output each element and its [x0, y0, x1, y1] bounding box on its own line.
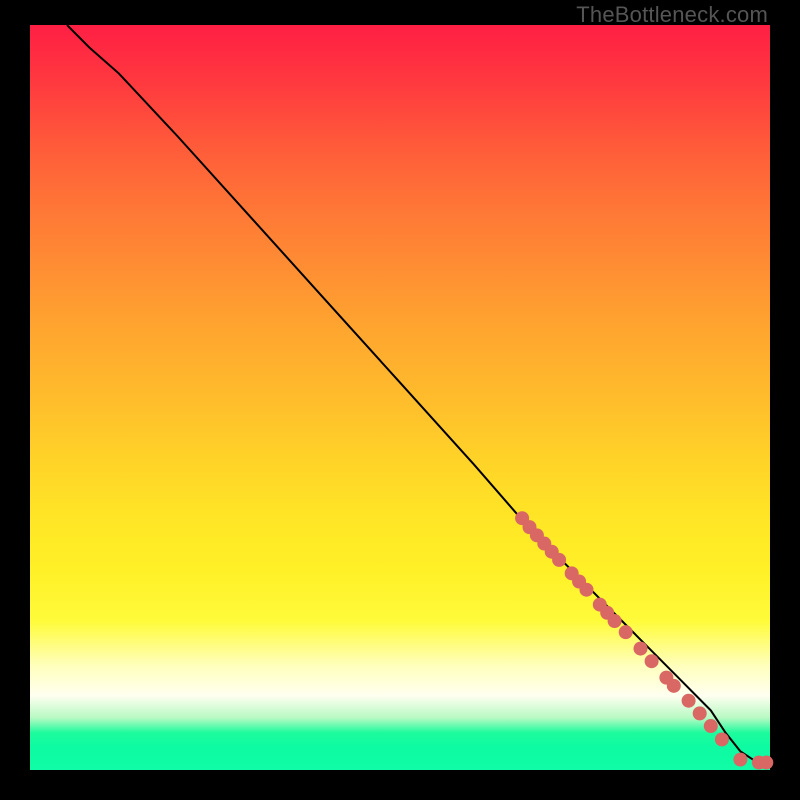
data-marker	[693, 706, 707, 720]
data-marker	[579, 583, 593, 597]
data-marker	[704, 719, 718, 733]
data-marker	[715, 732, 729, 746]
curve-markers	[515, 511, 773, 769]
data-marker	[733, 753, 747, 767]
bottleneck-curve	[67, 25, 770, 763]
data-marker	[619, 625, 633, 639]
chart-frame: TheBottleneck.com	[0, 0, 800, 800]
data-marker	[552, 553, 566, 567]
data-marker	[759, 756, 773, 770]
data-marker	[682, 694, 696, 708]
plot-area	[30, 25, 770, 770]
data-marker	[634, 642, 648, 656]
data-marker	[667, 679, 681, 693]
data-marker	[608, 614, 622, 628]
curve-layer	[30, 25, 770, 770]
data-marker	[645, 654, 659, 668]
